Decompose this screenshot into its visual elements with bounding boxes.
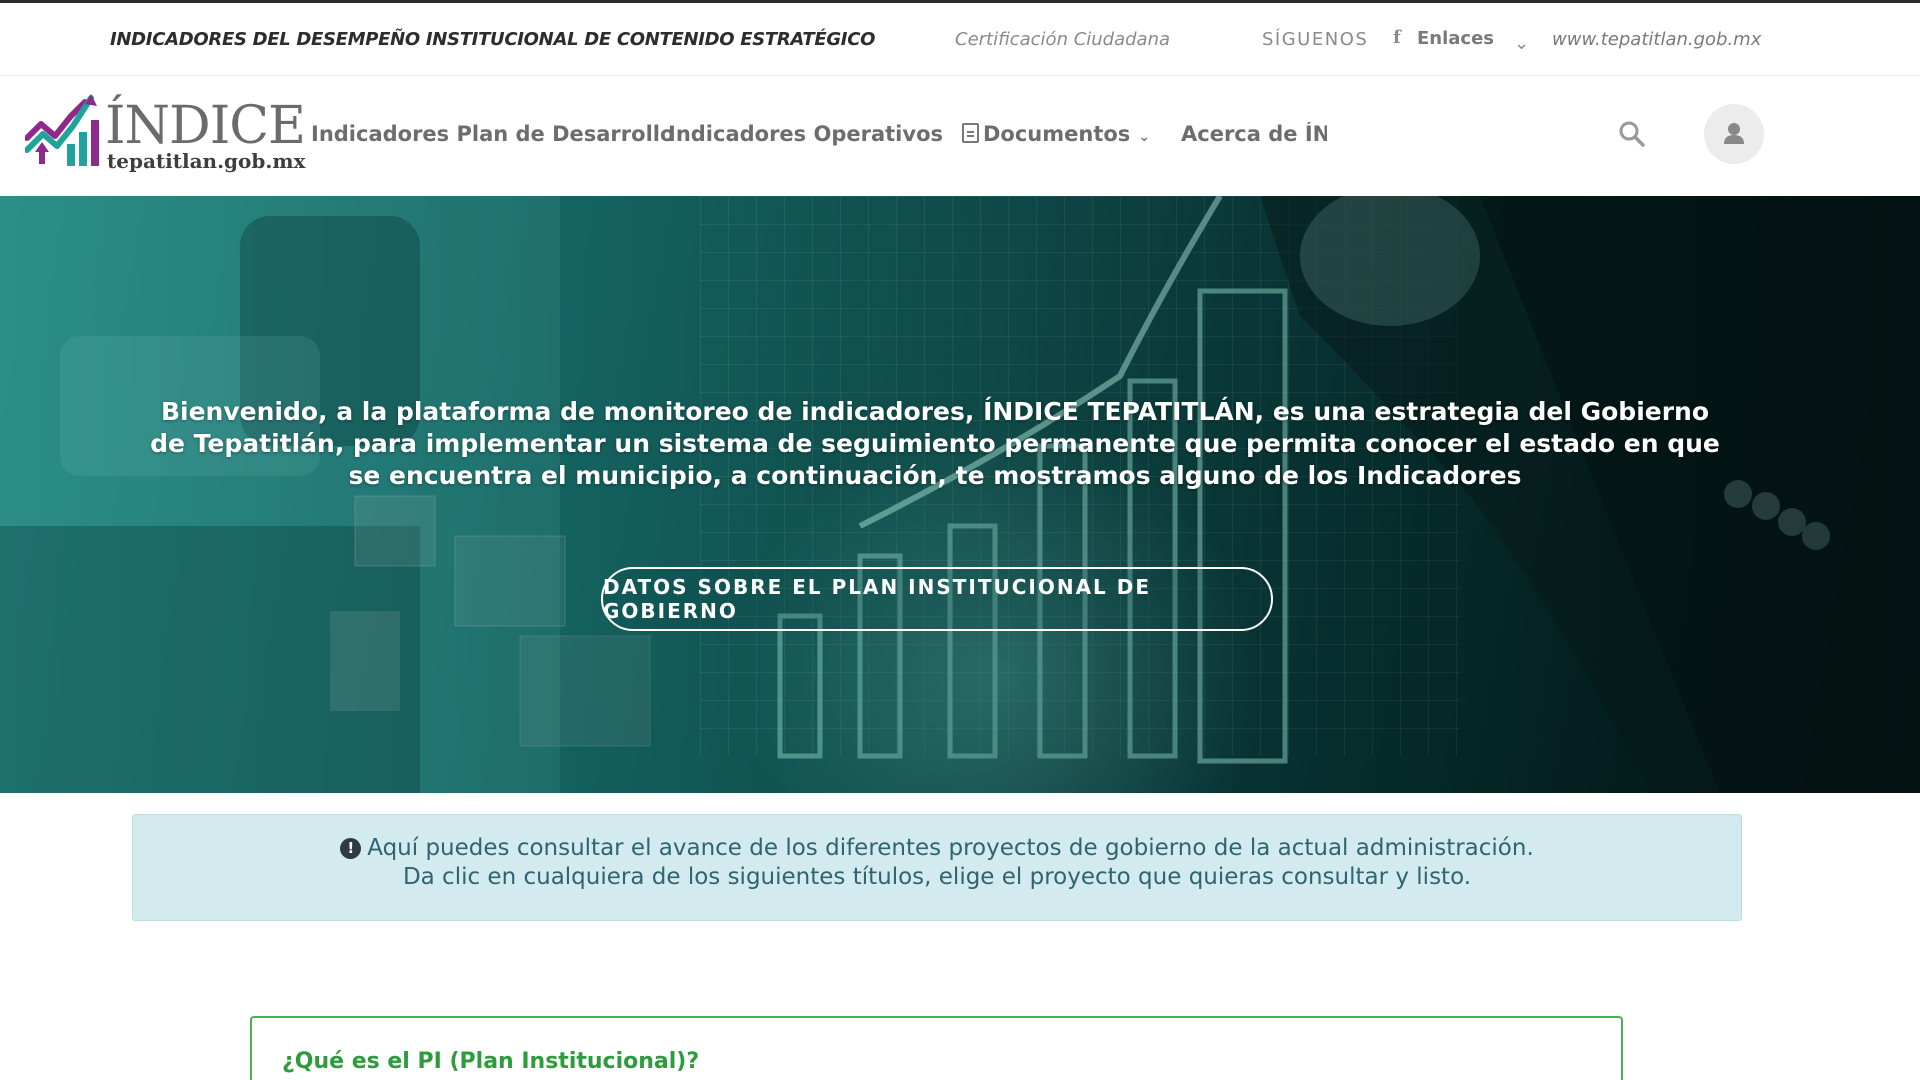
hero-background-image xyxy=(0,196,1920,793)
facebook-icon[interactable]: f xyxy=(1393,27,1401,48)
logo-chart-icon xyxy=(25,94,99,166)
site-logo[interactable]: ÍNDICE tepatitlan.gob.mx xyxy=(25,94,306,174)
file-pdf-icon xyxy=(962,123,979,143)
faq-card-title[interactable]: ¿Qué es el PI (Plan Institucional)? xyxy=(282,1049,699,1074)
logo-wordmark: ÍNDICE xyxy=(105,96,306,156)
logo-domain: tepatitlan.gob.mx xyxy=(107,149,306,173)
top-bar: INDICADORES DEL DESEMPEÑO INSTITUCIONAL … xyxy=(0,0,1920,76)
nav-documentos[interactable]: Documentos ⌄ xyxy=(962,122,1150,146)
chevron-down-icon: ⌄ xyxy=(1138,129,1151,145)
nav-indicadores-operativos[interactable]: Indicadores Operativos xyxy=(668,122,943,146)
info-line-1-text: Aquí puedes consultar el avance de los d… xyxy=(367,835,1534,861)
siguenos-label: SÍGUENOS xyxy=(1262,29,1369,50)
info-alert: ! Aquí puedes consultar el avance de los … xyxy=(132,814,1742,921)
user-avatar-button[interactable] xyxy=(1704,104,1764,164)
search-icon[interactable] xyxy=(1618,120,1646,148)
nav-indicadores-plan[interactable]: Indicadores Plan de Desarrollo xyxy=(311,122,674,146)
certificacion-link[interactable]: Certificación Ciudadana xyxy=(955,29,1170,50)
hero-welcome-text: Bienvenido, a la plataforma de monitoreo… xyxy=(150,397,1720,490)
exclamation-circle-icon: ! xyxy=(340,838,362,859)
info-line-1: ! Aquí puedes consultar el avance de los … xyxy=(133,834,1741,863)
user-icon xyxy=(1724,123,1744,144)
site-tagline: INDICADORES DEL DESEMPEÑO INSTITUCIONAL … xyxy=(110,29,876,50)
hero-banner: Bienvenido, a la plataforma de monitoreo… xyxy=(0,196,1920,793)
chevron-down-icon[interactable]: ⌄ xyxy=(1514,33,1529,54)
faq-card[interactable]: ¿Qué es el PI (Plan Institucional)? xyxy=(250,1016,1623,1080)
website-link[interactable]: www.tepatitlan.gob.mx xyxy=(1552,29,1761,50)
plan-institucional-button[interactable]: DATOS SOBRE EL PLAN INSTITUCIONAL DE GOB… xyxy=(601,567,1273,631)
main-navbar: ÍNDICE tepatitlan.gob.mx Indicadores Pla… xyxy=(0,76,1920,196)
nav-acerca[interactable]: Acerca de ÍND xyxy=(1181,122,1327,146)
info-line-2: Da clic en cualquiera de los siguientes … xyxy=(402,864,1472,890)
enlaces-menu[interactable]: Enlaces xyxy=(1417,28,1494,49)
nav-documentos-label: Documentos xyxy=(983,122,1131,146)
